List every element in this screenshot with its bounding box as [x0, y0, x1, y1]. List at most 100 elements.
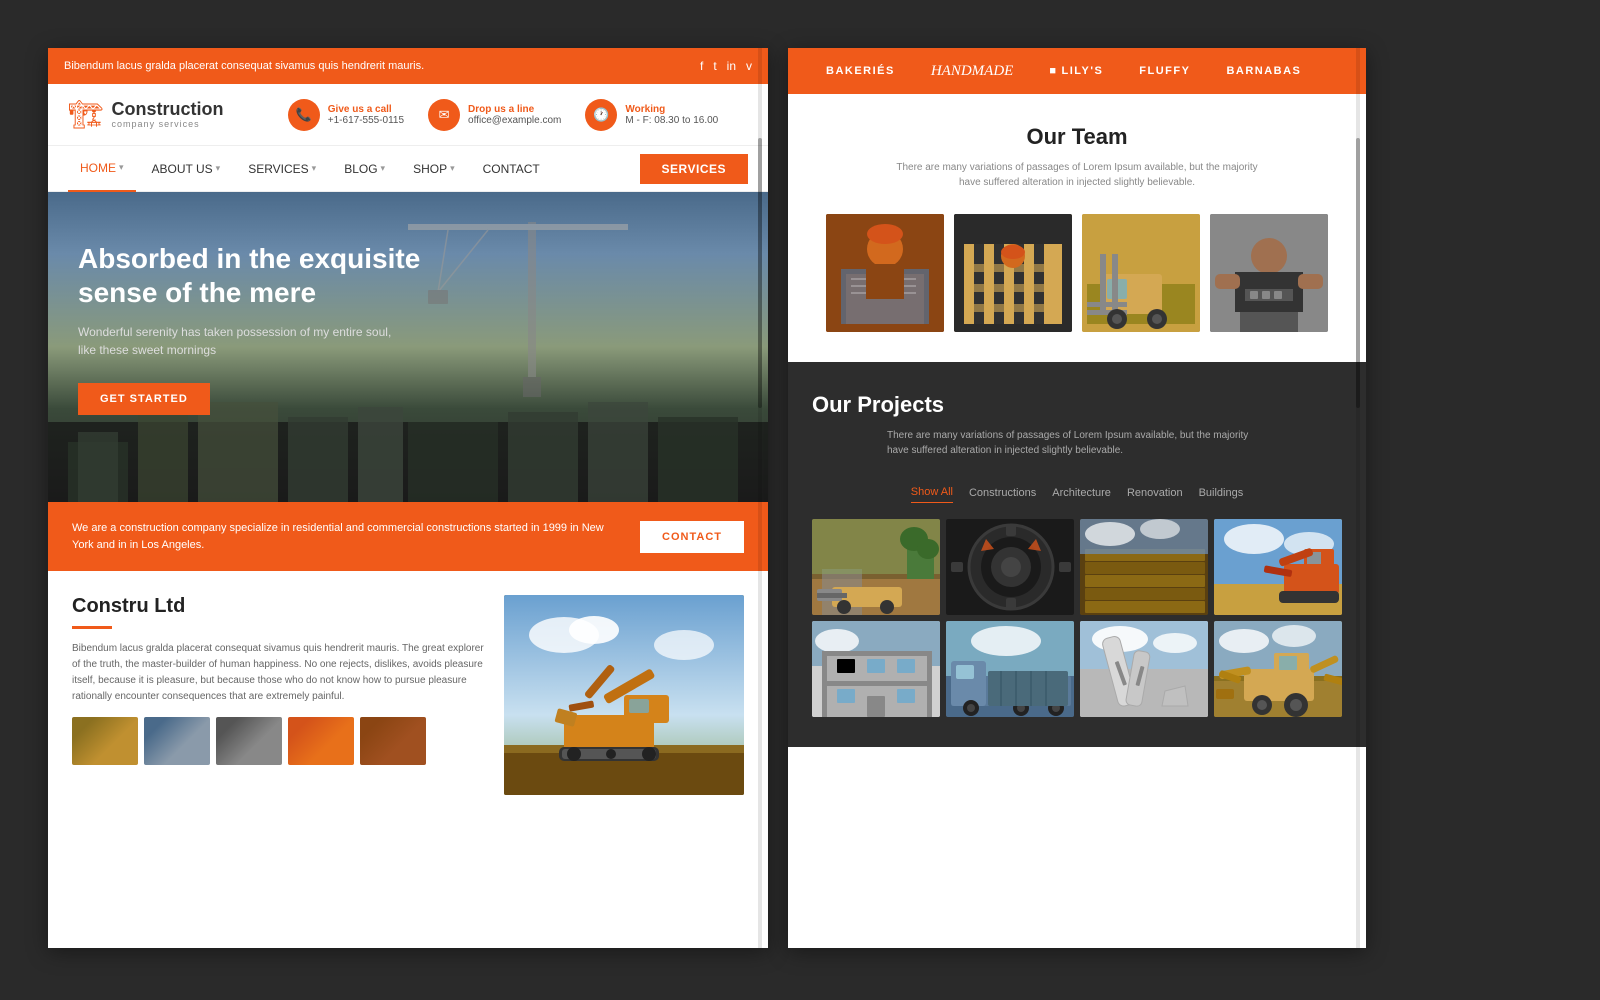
about-hero-image [504, 595, 744, 795]
right-nav-fluffy[interactable]: FLUFFY [1121, 48, 1208, 94]
thumbnail-3[interactable] [216, 717, 282, 765]
nav-about[interactable]: ABOUT US ▾ [140, 146, 233, 192]
projects-subtitle: There are many variations of passages of… [887, 428, 1267, 458]
left-scrollbar[interactable] [758, 48, 762, 948]
logo[interactable]: 🏗 Construction company services [68, 98, 228, 131]
project-card-1[interactable] [812, 519, 940, 615]
email-value: office@example.com [468, 115, 561, 126]
right-nav-lilys[interactable]: ■LILY'S [1031, 48, 1121, 94]
project-card-5[interactable] [812, 621, 940, 717]
vimeo-icon[interactable]: v [746, 59, 752, 73]
right-panel: BAKERIÉS Handmade ■LILY'S FLUFFY BARNABA… [788, 48, 1366, 948]
nav-services[interactable]: SERVICES ▾ [236, 146, 328, 192]
nav-blog[interactable]: BLOG ▾ [332, 146, 397, 192]
nav-shop[interactable]: SHOP ▾ [401, 146, 467, 192]
project-card-8[interactable] [1214, 621, 1342, 717]
right-nav-handmade[interactable]: Handmade [913, 48, 1032, 94]
blog-arrow: ▾ [381, 163, 386, 174]
logo-sub: company services [112, 119, 224, 129]
left-panel: Bibendum lacus gralda placerat consequat… [48, 48, 768, 948]
info-banner: We are a construction company specialize… [48, 502, 768, 571]
team-photo-2 [954, 214, 1072, 332]
project-img-4 [1214, 519, 1342, 615]
hours-value: M - F: 08.30 to 16.00 [625, 115, 718, 126]
team-subtitle: There are many variations of passages of… [887, 160, 1267, 190]
project-filters: Show All Constructions Architecture Reno… [812, 482, 1342, 503]
phone-icon: 📞 [288, 99, 320, 131]
team-photo-1 [826, 214, 944, 332]
project-img-6 [946, 621, 1074, 717]
social-icons: f t in v [700, 59, 752, 73]
about-arrow: ▾ [216, 163, 221, 174]
info-contact-button[interactable]: CONTACT [640, 521, 744, 553]
services-arrow: ▾ [312, 163, 317, 174]
email-label: Drop us a line [468, 104, 561, 115]
project-img-3 [1080, 519, 1208, 615]
about-section: Constru Ltd Bibendum lacus gralda placer… [48, 571, 768, 819]
projects-title: Our Projects [812, 392, 1342, 418]
project-img-5 [812, 621, 940, 717]
hero-content: Absorbed in the exquisite sense of the m… [48, 192, 768, 445]
lily-bullet: ■ [1049, 65, 1057, 77]
email-info: ✉ Drop us a line office@example.com [428, 99, 561, 131]
project-card-4[interactable] [1214, 519, 1342, 615]
nav-contact[interactable]: CONTACT [471, 146, 552, 192]
info-banner-text: We are a construction company specialize… [72, 520, 620, 553]
filter-architecture[interactable]: Architecture [1052, 482, 1111, 503]
project-img-1 [812, 519, 940, 615]
thumbnail-1[interactable] [72, 717, 138, 765]
team-img-4 [1210, 214, 1328, 332]
email-icon: ✉ [428, 99, 460, 131]
project-img-2 [946, 519, 1074, 615]
about-divider [72, 626, 112, 629]
filter-constructions[interactable]: Constructions [969, 482, 1036, 503]
team-img-3 [1082, 214, 1200, 332]
filter-show-all[interactable]: Show All [911, 482, 953, 503]
twitter-icon[interactable]: t [713, 59, 716, 73]
nav-services-button[interactable]: SERVICES [640, 154, 748, 184]
top-bar: Bibendum lacus gralda placerat consequat… [48, 48, 768, 84]
phone-info: 📞 Give us a call +1-617-555-0115 [288, 99, 404, 131]
site-header: 🏗 Construction company services 📞 Give u… [48, 84, 768, 146]
filter-renovation[interactable]: Renovation [1127, 482, 1183, 503]
team-section: Our Team There are many variations of pa… [788, 94, 1366, 362]
about-text-area: Constru Ltd Bibendum lacus gralda placer… [72, 595, 484, 795]
facebook-icon[interactable]: f [700, 59, 703, 73]
header-contact-info: 📞 Give us a call +1-617-555-0115 ✉ Drop … [258, 99, 748, 131]
home-arrow: ▾ [119, 162, 124, 173]
right-nav-bakeries[interactable]: BAKERIÉS [808, 48, 913, 94]
thumbnail-2[interactable] [144, 717, 210, 765]
shop-arrow: ▾ [450, 163, 455, 174]
excavator-svg [504, 595, 744, 795]
hero-title: Absorbed in the exquisite sense of the m… [78, 242, 438, 309]
about-title: Constru Ltd [72, 595, 484, 618]
right-top-nav: BAKERIÉS Handmade ■LILY'S FLUFFY BARNABA… [788, 48, 1366, 94]
hours-info: 🕐 Working M - F: 08.30 to 16.00 [585, 99, 718, 131]
team-img-1 [826, 214, 944, 332]
team-photo-3 [1082, 214, 1200, 332]
filter-buildings[interactable]: Buildings [1199, 482, 1244, 503]
right-scrollbar-thumb [1356, 138, 1360, 408]
phone-details: Give us a call +1-617-555-0115 [328, 104, 404, 126]
project-img-8 [1214, 621, 1342, 717]
project-card-2[interactable] [946, 519, 1074, 615]
linkedin-icon[interactable]: in [727, 59, 736, 73]
project-card-6[interactable] [946, 621, 1074, 717]
thumbnail-5[interactable] [360, 717, 426, 765]
team-photo-4 [1210, 214, 1328, 332]
project-card-3[interactable] [1080, 519, 1208, 615]
about-body: Bibendum lacus gralda placerat consequat… [72, 641, 484, 705]
right-nav-barnabas[interactable]: BARNABAS [1208, 48, 1319, 94]
hero-subtitle: Wonderful serenity has taken possession … [78, 323, 398, 359]
hero-cta-button[interactable]: GET STARTED [78, 383, 210, 415]
hours-label: Working [625, 104, 718, 115]
project-card-7[interactable] [1080, 621, 1208, 717]
nav-home[interactable]: HOME ▾ [68, 146, 136, 192]
thumbnail-4[interactable] [288, 717, 354, 765]
logo-text: Construction company services [112, 100, 224, 130]
right-scrollbar[interactable] [1356, 48, 1360, 948]
hours-details: Working M - F: 08.30 to 16.00 [625, 104, 718, 126]
hero-section: Absorbed in the exquisite sense of the m… [48, 192, 768, 502]
phone-label: Give us a call [328, 104, 404, 115]
team-photos-grid [812, 214, 1342, 332]
